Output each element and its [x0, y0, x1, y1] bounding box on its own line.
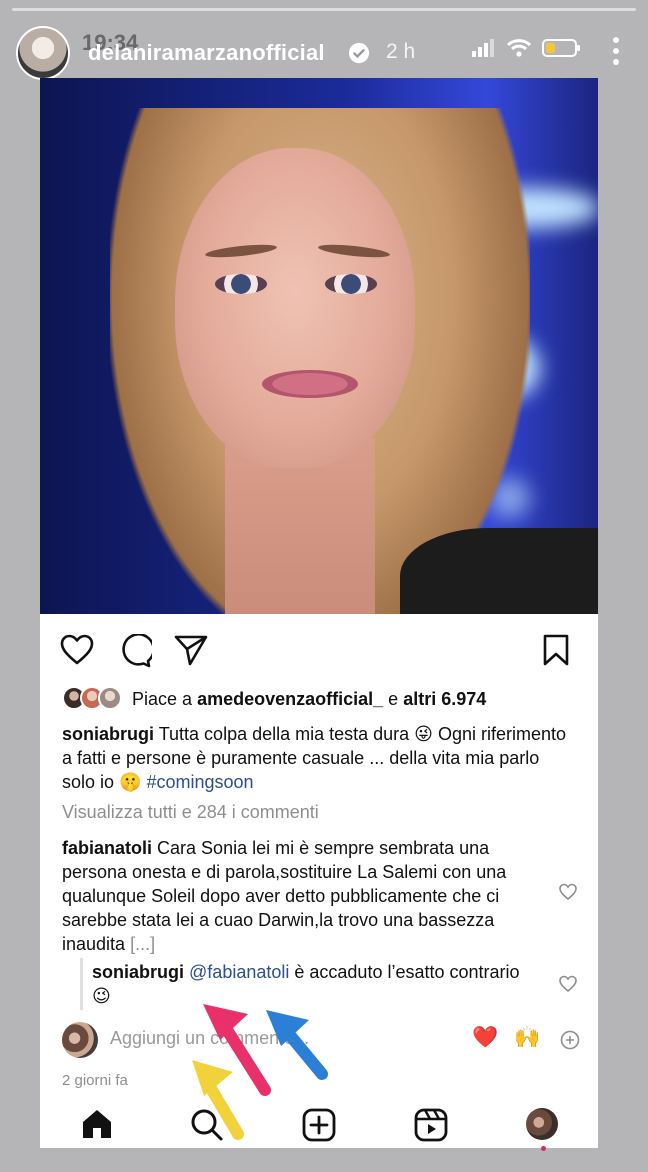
liker-username[interactable]: amedeovenzaofficial_ — [197, 689, 383, 709]
send-icon[interactable] — [174, 634, 208, 666]
add-comment-input[interactable]: Aggiungi un commento... — [110, 1028, 309, 1049]
story-age: 2 h — [386, 40, 416, 63]
verified-badge-icon — [348, 42, 370, 64]
likes-text: Piace a amedeovenzaofficial_ e altri 6.9… — [132, 689, 486, 710]
comment-more-link[interactable]: [...] — [130, 934, 155, 954]
status-icons — [472, 36, 582, 60]
post-photo — [40, 78, 598, 614]
avatar — [62, 1022, 98, 1058]
story-author-avatar[interactable] — [16, 26, 70, 80]
reels-icon[interactable] — [414, 1108, 448, 1142]
heart-icon[interactable] — [60, 634, 94, 666]
liker-avatars — [62, 686, 132, 712]
profile-tab-avatar[interactable] — [526, 1108, 558, 1140]
notification-dot — [541, 1146, 546, 1151]
dress-shape — [400, 528, 598, 614]
reposted-post-screenshot: Piace a amedeovenzaofficial_ e altri 6.9… — [40, 78, 598, 1151]
post-caption: soniabrugi Tutta colpa della mia testa d… — [62, 722, 572, 794]
reply-thread-line — [80, 958, 83, 1010]
add-comment-row: Aggiungi un commento... ❤️ 🙌 — [62, 1022, 582, 1058]
reply-item: soniabrugi @fabianatoli è accaduto l’esa… — [92, 960, 532, 1008]
quick-reaction-raised-hands[interactable]: 🙌 — [514, 1026, 540, 1050]
quick-reaction-heart[interactable]: ❤️ — [472, 1026, 498, 1050]
caption-hashtag[interactable]: #comingsoon — [146, 772, 253, 792]
lips-shape — [262, 370, 358, 398]
story-username[interactable]: delaniramarzanofficial — [88, 40, 325, 66]
add-post-icon[interactable] — [302, 1108, 336, 1142]
battery-icon — [542, 39, 580, 57]
likes-prefix: Piace a — [132, 688, 193, 709]
likes-count[interactable]: altri 6.974 — [403, 689, 486, 709]
comment-author[interactable]: fabianatoli — [62, 838, 152, 858]
bookmark-icon[interactable] — [542, 634, 570, 666]
reply-mention[interactable]: @fabianatoli — [189, 962, 289, 982]
reply-author[interactable]: soniabrugi — [92, 962, 184, 982]
view-all-comments-link[interactable]: Visualizza tutti e 284 i commenti — [62, 802, 319, 823]
story-progress-bar — [12, 8, 636, 11]
home-icon[interactable] — [80, 1108, 114, 1140]
comment-icon[interactable] — [118, 634, 152, 668]
eye-right — [325, 274, 377, 294]
signal-icon — [472, 39, 494, 57]
post-actions — [60, 634, 580, 670]
add-reaction-icon[interactable] — [560, 1030, 580, 1050]
avatar — [98, 686, 122, 710]
face-shape — [175, 148, 415, 468]
more-options-icon[interactable] — [606, 36, 626, 66]
search-icon[interactable] — [190, 1108, 224, 1142]
likes-conjunction: e — [388, 688, 399, 709]
eye-left — [215, 274, 267, 294]
caption-author[interactable]: soniabrugi — [62, 724, 154, 744]
post-age: 2 giorni fa — [62, 1072, 128, 1089]
wifi-icon — [506, 39, 532, 57]
reply-like-heart-icon[interactable] — [558, 974, 578, 994]
bottom-tab-bar — [40, 1098, 598, 1151]
likes-summary[interactable]: Piace a amedeovenzaofficial_ e altri 6.9… — [62, 686, 582, 712]
comment-item: fabianatoli Cara Sonia lei mi è sempre s… — [62, 836, 542, 956]
comment-like-heart-icon[interactable] — [558, 882, 578, 902]
